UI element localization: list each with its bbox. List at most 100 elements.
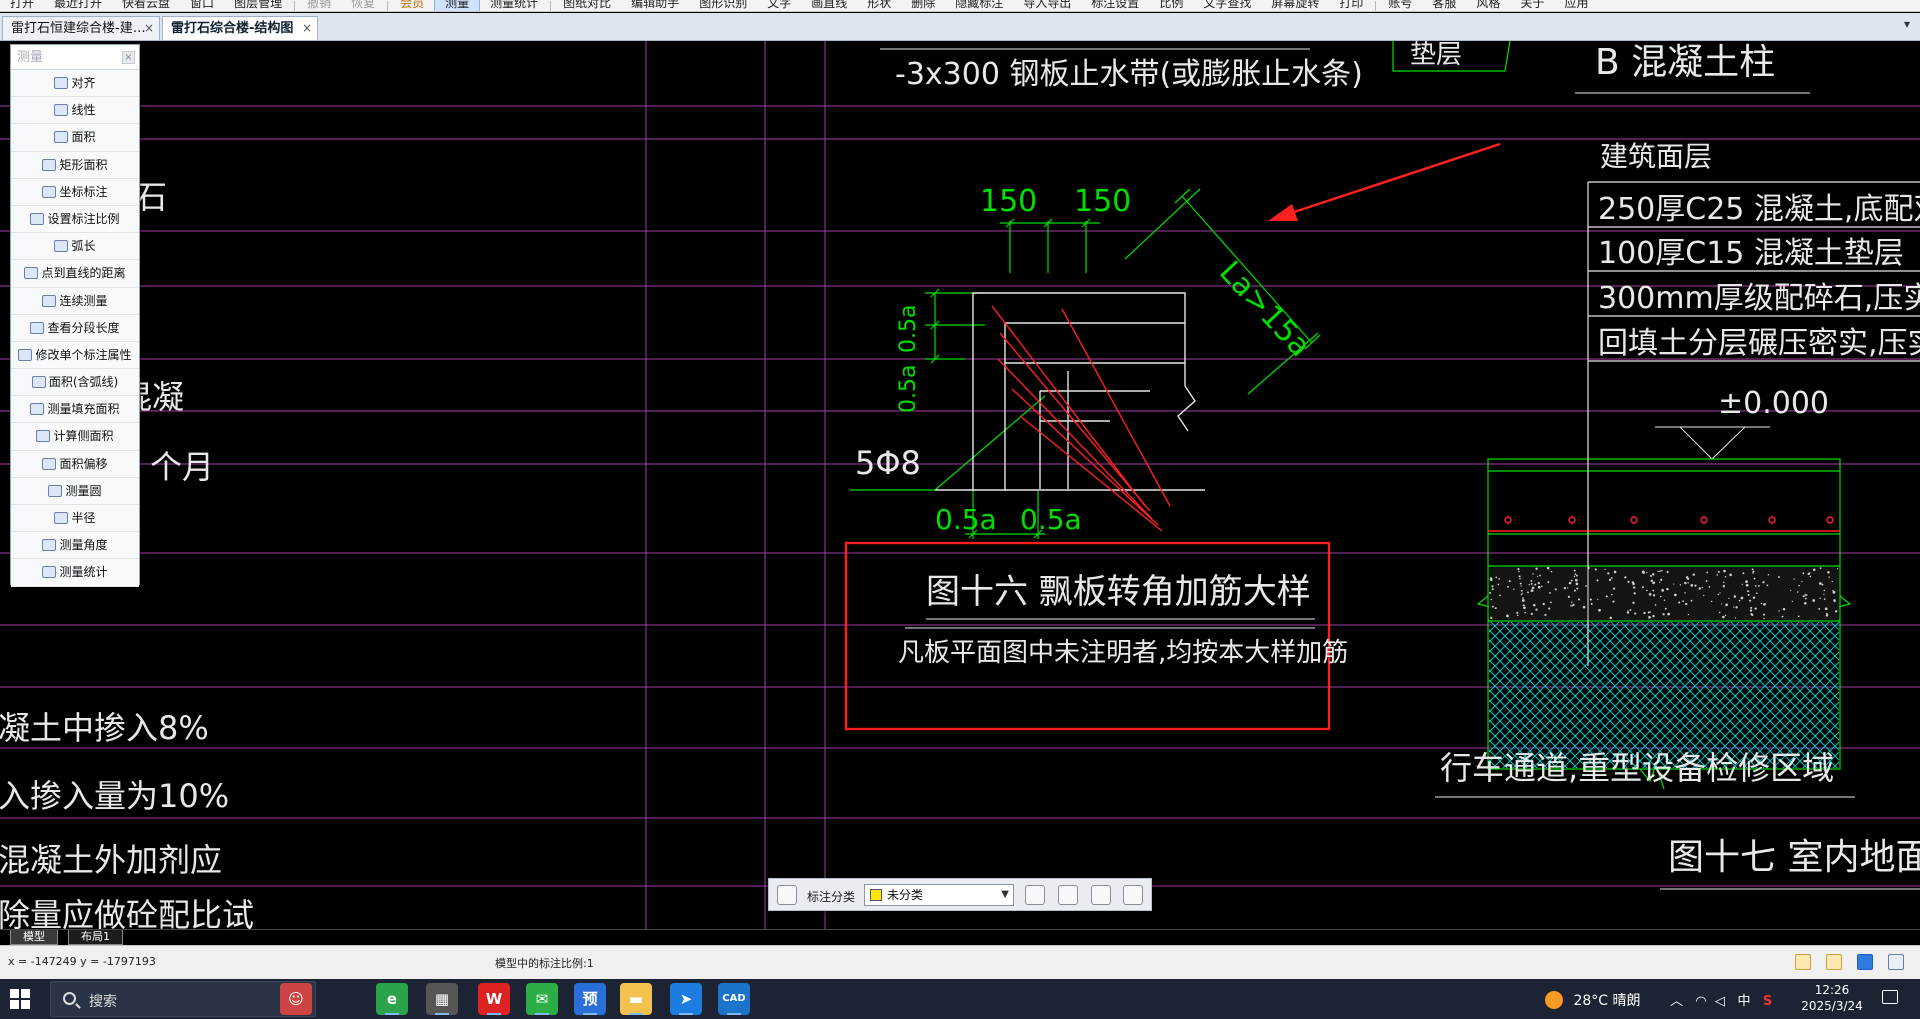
tab-document-1[interactable]: 雷打石恒建综合楼-建… × xyxy=(2,16,160,40)
files-icon[interactable]: ▬ xyxy=(620,983,652,1015)
menu-item[interactable]: 编辑助手 xyxy=(621,0,689,11)
menu-item[interactable]: 打印 xyxy=(1329,0,1373,11)
grid-icon[interactable] xyxy=(777,885,797,905)
ime-indicator[interactable]: 中 xyxy=(1737,994,1750,1009)
notification-icon[interactable] xyxy=(1882,990,1898,1004)
cad-icon[interactable]: CAD xyxy=(718,983,750,1015)
annotation-category-select[interactable]: 未分类 ▼ xyxy=(864,884,1014,906)
tab-model[interactable]: 模型 xyxy=(10,930,58,945)
measure-tool-item[interactable]: 修改单个标注属性 xyxy=(11,341,139,370)
menu-item[interactable]: 删除 xyxy=(901,0,945,11)
left-text: 除量应做砼配比试 xyxy=(0,896,254,929)
taskbar-search[interactable]: 搜索 xyxy=(50,981,316,1017)
menu-item[interactable]: 测量 xyxy=(434,0,481,11)
menu-item[interactable]: 会员 xyxy=(390,0,434,11)
tab-list-icon[interactable]: ▾ xyxy=(1904,17,1910,31)
tab-document-2[interactable]: 雷打石综合楼-结构图 × xyxy=(162,16,318,40)
close-icon[interactable]: × xyxy=(144,17,154,40)
menu-item[interactable]: 画直线 xyxy=(801,0,857,11)
calculator-icon[interactable]: ▦ xyxy=(426,983,458,1015)
measure-tool-item[interactable]: 测量填充面积 xyxy=(11,396,139,424)
measure-tool-item[interactable]: 弧长 xyxy=(11,233,139,261)
wifi-icon[interactable]: ◠ xyxy=(1695,994,1706,1009)
measure-tool-item[interactable]: 测量角度 xyxy=(11,532,139,560)
menu-item[interactable]: 图纸对比 xyxy=(553,0,621,11)
dim-label: 0.5a xyxy=(896,365,921,413)
weather-widget[interactable]: 28°C 晴朗 xyxy=(1545,990,1641,1010)
screen-icon[interactable] xyxy=(1888,954,1904,970)
menu-item[interactable]: 形状 xyxy=(857,0,901,11)
tool-icon xyxy=(36,430,51,443)
tool-label: 对齐 xyxy=(71,76,96,90)
pdf-icon[interactable] xyxy=(1857,954,1873,970)
menu-item[interactable]: 标注设置 xyxy=(1081,0,1149,11)
menu-item[interactable]: 窗口 xyxy=(180,0,224,11)
menu-item[interactable]: 图层管理 xyxy=(224,0,292,11)
menu-item[interactable]: 测量统计 xyxy=(480,0,548,11)
menu-item[interactable]: 隐藏标注 xyxy=(945,0,1013,11)
edit-icon[interactable] xyxy=(1826,954,1842,970)
tool-icon xyxy=(42,158,57,171)
menu-item[interactable]: 最近打开 xyxy=(44,0,112,11)
avatar-icon[interactable]: ☺ xyxy=(280,983,312,1015)
menu-item[interactable]: 恢复 xyxy=(341,0,385,11)
measure-tool-item[interactable]: 点到直线的距离 xyxy=(11,260,139,288)
measure-tool-item[interactable]: 连续测量 xyxy=(11,287,139,315)
measure-tool-item[interactable]: 面积(含弧线) xyxy=(11,369,139,397)
menu-item[interactable]: 文字 xyxy=(757,0,801,11)
measure-tool-item[interactable]: 面积偏移 xyxy=(11,450,139,478)
send-icon[interactable]: ➤ xyxy=(670,983,702,1015)
menu-item[interactable]: 关于 xyxy=(1510,0,1554,11)
tool-label: 点到直线的距离 xyxy=(41,266,126,281)
menu-item[interactable]: 客服 xyxy=(1422,0,1466,11)
menu-item[interactable]: 打开 xyxy=(0,0,44,11)
menu-item[interactable]: 风格 xyxy=(1466,0,1510,11)
close-icon[interactable]: × xyxy=(302,17,312,40)
measure-tool-item[interactable]: 半径 xyxy=(11,505,139,533)
measure-tool-item[interactable]: 线性 xyxy=(11,97,139,125)
menu-item[interactable]: 账号 xyxy=(1378,0,1422,11)
measure-tool-item[interactable]: 矩形面积 xyxy=(11,151,139,179)
red-arrow xyxy=(1268,142,1501,221)
sogou-icon[interactable]: S xyxy=(1763,994,1772,1009)
measure-tool-item[interactable]: 设置标注比例 xyxy=(11,205,139,234)
tool-label: 测量角度 xyxy=(59,538,108,553)
layer-row: 250厚C25 混凝土,底配双向Φ10 xyxy=(1598,192,1920,227)
preview-icon[interactable]: 预 xyxy=(574,983,606,1015)
menu-item[interactable]: 应用 xyxy=(1554,0,1598,11)
chevron-up-icon[interactable]: ︿ xyxy=(1670,994,1683,1009)
measure-tool-item[interactable]: 坐标标注 xyxy=(11,178,139,206)
drawing-canvas[interactable]: 石 。 混凝 个月 凝土中掺入8% 入掺入量为10% 混凝土外加剂应 除量应做砼… xyxy=(0,41,1920,929)
edit-icon[interactable] xyxy=(1025,885,1045,905)
wps-icon[interactable]: W xyxy=(478,983,510,1015)
tool-icon xyxy=(30,403,45,416)
figure-title: 图十七 室内地面基层 xyxy=(1668,837,1920,878)
volume-icon[interactable]: ◁ xyxy=(1715,994,1725,1009)
menu-item[interactable]: 文字查找 xyxy=(1193,0,1261,11)
dim-label: 0.5a xyxy=(1020,503,1082,536)
clock[interactable]: 12:26 2025/3/24 xyxy=(1792,982,1872,1014)
menu-item[interactable]: 比例 xyxy=(1149,0,1193,11)
measure-tool-item[interactable]: 测量圆 xyxy=(11,477,139,505)
tool-label: 面积(含弧线) xyxy=(48,375,119,390)
tab-layout1[interactable]: 布局1 xyxy=(68,930,123,945)
measure-tool-item[interactable]: 查看分段长度 xyxy=(11,314,139,342)
measure-tool-item[interactable]: 面积 xyxy=(11,124,139,152)
layer-icon[interactable] xyxy=(1795,954,1811,970)
menu-item[interactable]: 导入导出 xyxy=(1013,0,1081,11)
close-icon[interactable]: × xyxy=(122,51,135,64)
copy-icon[interactable] xyxy=(1091,885,1111,905)
menu-item[interactable]: 快看云盘 xyxy=(112,0,180,11)
wechat-icon[interactable]: ✉ xyxy=(526,983,558,1015)
menu-item[interactable]: 屏幕旋转 xyxy=(1261,0,1329,11)
menu-item[interactable]: 图形识别 xyxy=(689,0,757,11)
menu-item[interactable]: 撤销 xyxy=(297,0,341,11)
move-icon[interactable] xyxy=(1058,885,1078,905)
measure-tool-item[interactable]: 测量统计 xyxy=(11,559,139,587)
measure-tool-item[interactable]: 对齐 xyxy=(11,70,139,98)
tool-icon xyxy=(54,240,69,253)
browser-icon[interactable]: e xyxy=(376,983,408,1015)
windows-start-icon[interactable] xyxy=(10,989,30,1009)
paste-icon[interactable] xyxy=(1123,885,1143,905)
measure-tool-item[interactable]: 计算侧面积 xyxy=(11,423,139,451)
